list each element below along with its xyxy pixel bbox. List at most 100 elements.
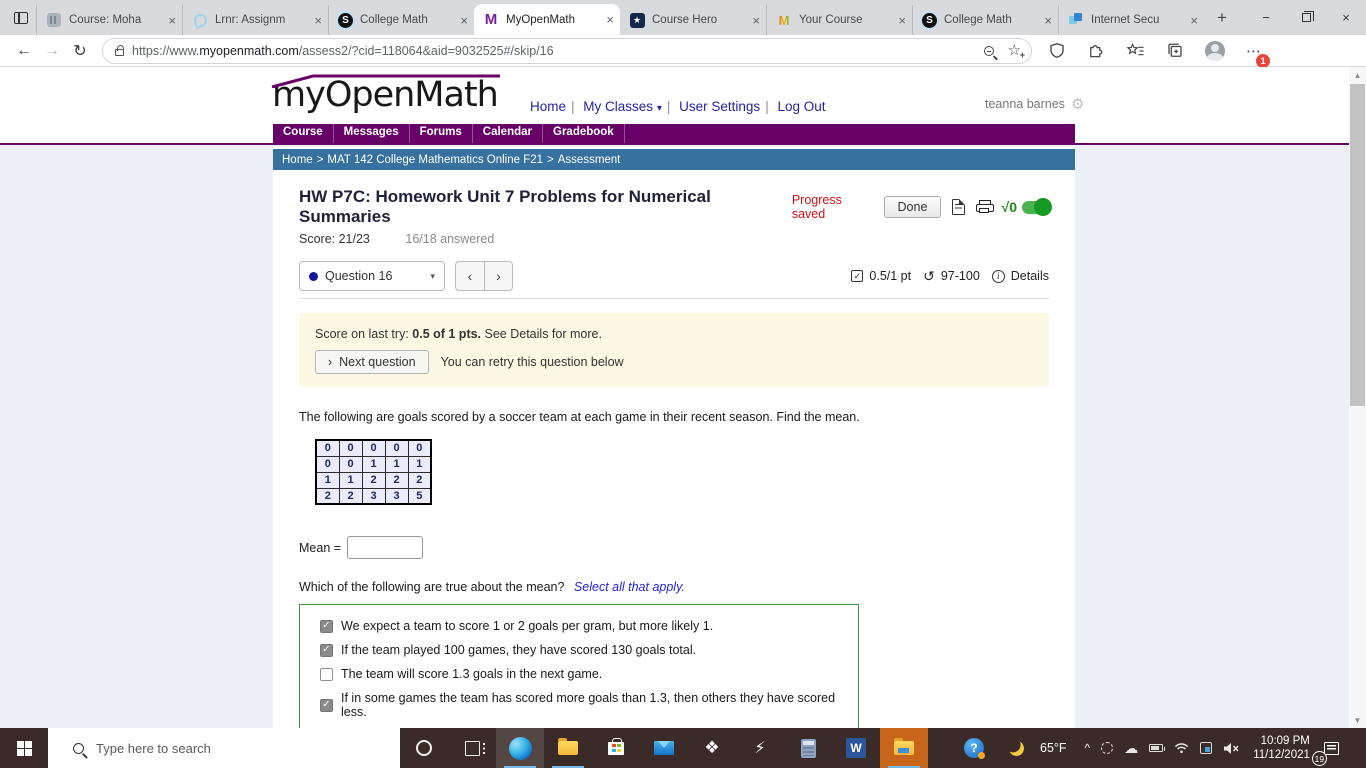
tray-battery-icon[interactable]: [1149, 744, 1166, 752]
taskbar-edge[interactable]: [496, 728, 544, 768]
tray-wifi-icon[interactable]: [1174, 742, 1189, 754]
close-tab-icon[interactable]: ×: [314, 14, 322, 27]
action-center-button[interactable]: 19: [1310, 728, 1354, 768]
close-tab-icon[interactable]: ×: [1044, 14, 1052, 27]
checkbox[interactable]: [320, 698, 333, 712]
checkbox[interactable]: [320, 667, 333, 681]
breadcrumb-assessment[interactable]: Assessment: [558, 154, 621, 166]
refresh-button[interactable]: ↻: [66, 37, 94, 65]
document-icon[interactable]: [952, 199, 965, 215]
question-prompt: The following are goals scored by a socc…: [299, 410, 860, 424]
lock-icon[interactable]: [115, 44, 124, 56]
taskbar-word[interactable]: W: [832, 728, 880, 768]
taskbar-get-help[interactable]: ?: [950, 728, 998, 768]
tray-cloud-icon[interactable]: ☁: [1124, 740, 1138, 757]
details-link[interactable]: Details: [1011, 269, 1049, 283]
nav-my-classes[interactable]: My Classes ▾: [583, 99, 662, 114]
extension-icon[interactable]: [1087, 42, 1105, 60]
collections-icon[interactable]: [1166, 42, 1184, 60]
checkbox[interactable]: [320, 619, 333, 633]
myopenmath-logo[interactable]: myOpenMath: [271, 74, 500, 115]
close-tab-icon[interactable]: ×: [168, 14, 176, 27]
next-question-button[interactable]: ›: [484, 261, 513, 291]
favorites-icon[interactable]: [1126, 42, 1145, 60]
menu-calendar[interactable]: Calendar: [473, 124, 543, 143]
close-tab-icon[interactable]: ×: [752, 14, 760, 27]
cortana-button[interactable]: [400, 728, 448, 768]
minimize-button[interactable]: −: [1246, 0, 1286, 35]
mean-input[interactable]: [347, 536, 424, 559]
tray-volume-muted-icon[interactable]: [1223, 742, 1239, 755]
taskbar-store[interactable]: [592, 728, 640, 768]
tab-myopenmath-active[interactable]: M MyOpenMath ×: [474, 4, 620, 35]
menu-messages[interactable]: Messages: [334, 124, 410, 143]
taskbar-clock[interactable]: 10:09 PM 11/12/2021: [1253, 734, 1310, 762]
taskbar-file-explorer[interactable]: [544, 728, 592, 768]
option-row[interactable]: If in some games the team has scored mor…: [320, 691, 848, 719]
page-scrollbar[interactable]: ▲ ▼: [1349, 67, 1366, 728]
tab-lrnr[interactable]: Lrnr: Assignm ×: [182, 5, 328, 35]
menu-forums[interactable]: Forums: [410, 124, 473, 143]
close-tab-icon[interactable]: ×: [606, 13, 614, 26]
prev-question-button[interactable]: ‹: [455, 261, 484, 291]
taskbar-mail[interactable]: [640, 728, 688, 768]
nav-home[interactable]: Home: [530, 99, 566, 114]
tab-course-moha[interactable]: Course: Moha ×: [36, 5, 182, 35]
night-light[interactable]: [998, 728, 1034, 768]
tab-college-math-2[interactable]: S College Math ×: [912, 5, 1058, 35]
header-nav: Home | My Classes ▾ | User Settings | Log O…: [530, 99, 826, 114]
option-row[interactable]: The team will score 1.3 goals in the nex…: [320, 667, 848, 681]
menu-course[interactable]: Course: [273, 124, 334, 143]
weather-temperature[interactable]: 65°F: [1040, 741, 1067, 755]
checkbox[interactable]: [320, 643, 333, 657]
new-tab-button[interactable]: +: [1208, 4, 1236, 32]
taskbar-dropbox[interactable]: ❖: [688, 728, 736, 768]
close-tab-icon[interactable]: ×: [460, 14, 468, 27]
option-row[interactable]: If the team played 100 games, they have …: [320, 643, 848, 657]
back-button[interactable]: ←: [10, 37, 38, 65]
taskbar-bolt-app[interactable]: ⚡: [736, 728, 784, 768]
taskbar-folder-active[interactable]: [880, 728, 928, 768]
option-row[interactable]: We expect a team to score 1 or 2 goals p…: [320, 619, 848, 633]
url-field[interactable]: https://www.myopenmath.com/assess2/?cid=…: [102, 37, 1032, 64]
scroll-up-arrow[interactable]: ▲: [1349, 67, 1366, 83]
question-select[interactable]: Question 16 ▾: [299, 261, 445, 291]
add-favorite-icon[interactable]: ☆: [1008, 43, 1026, 60]
goals-cell: 2: [315, 487, 340, 505]
restore-button[interactable]: [1286, 0, 1326, 35]
divider: [299, 298, 1049, 299]
tray-expand-icon[interactable]: ^: [1085, 741, 1091, 755]
tab-internet-security[interactable]: Internet Secu ×: [1058, 5, 1204, 35]
taskbar-calculator[interactable]: [784, 728, 832, 768]
gear-icon[interactable]: ⚙: [1071, 95, 1084, 113]
close-window-button[interactable]: ×: [1326, 0, 1366, 35]
menu-gradebook[interactable]: Gradebook: [543, 124, 625, 143]
tab-course-hero[interactable]: ★ Course Hero ×: [620, 5, 766, 35]
close-tab-icon[interactable]: ×: [1190, 14, 1198, 27]
tab-your-course[interactable]: M Your Course ×: [766, 5, 912, 35]
nav-user-settings[interactable]: User Settings: [679, 99, 760, 114]
profile-avatar[interactable]: [1205, 40, 1225, 61]
tab-college-math-1[interactable]: S College Math ×: [328, 5, 474, 35]
scroll-down-arrow[interactable]: ▼: [1349, 712, 1366, 728]
breadcrumb-course[interactable]: MAT 142 College Mathematics Online F21: [327, 154, 543, 166]
user-name: teanna barnes: [985, 97, 1065, 111]
forward-button[interactable]: →: [38, 37, 66, 65]
nav-log-out[interactable]: Log Out: [777, 99, 825, 114]
print-icon[interactable]: [975, 200, 994, 214]
breadcrumb-home[interactable]: Home: [282, 154, 313, 166]
tray-snip-icon[interactable]: [1200, 742, 1213, 754]
scrollbar-thumb[interactable]: [1350, 84, 1365, 406]
task-view-button[interactable]: [448, 728, 496, 768]
start-button[interactable]: [0, 728, 48, 768]
tracking-shield-icon[interactable]: [1048, 41, 1066, 60]
tab-workspaces-button[interactable]: [8, 5, 34, 31]
next-question-banner-button[interactable]: › Next question: [315, 350, 429, 374]
math-entry-toggle[interactable]: [1022, 198, 1052, 216]
tray-person-icon[interactable]: [1101, 742, 1114, 754]
close-tab-icon[interactable]: ×: [898, 14, 906, 27]
zoom-out-icon[interactable]: [983, 45, 994, 56]
done-button[interactable]: Done: [883, 196, 942, 218]
moon-icon: [1007, 739, 1024, 756]
taskbar-search[interactable]: Type here to search: [48, 728, 400, 768]
